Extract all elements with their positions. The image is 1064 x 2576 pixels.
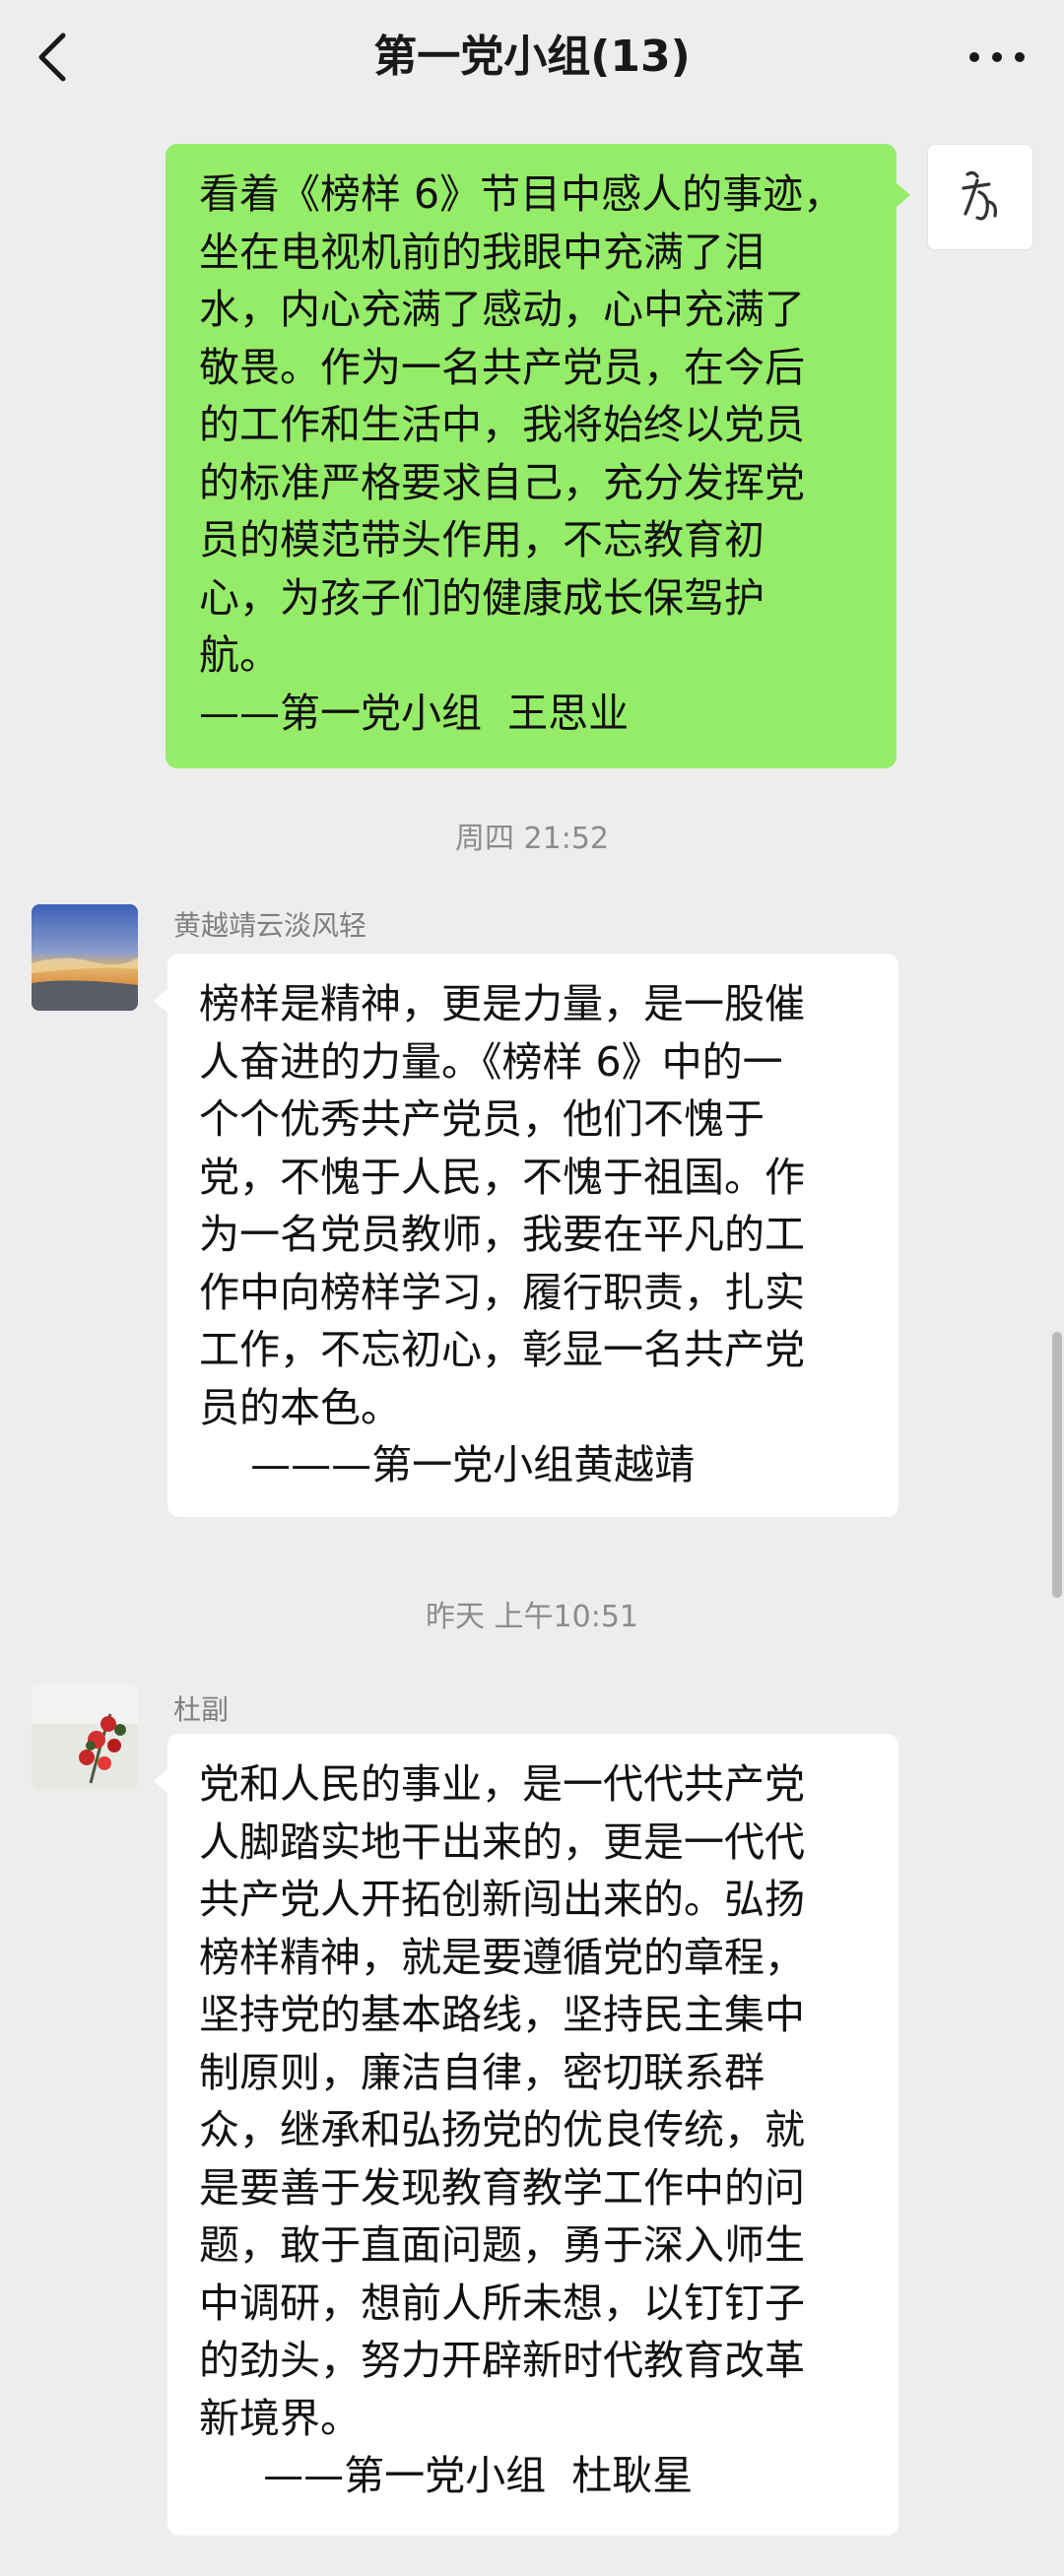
signature-avatar-image	[962, 170, 997, 221]
sender-avatar[interactable]	[32, 904, 138, 1011]
bubble-tail	[154, 989, 167, 1013]
bubble-tail	[897, 183, 910, 207]
sender-avatar[interactable]	[32, 1684, 138, 1791]
scrollbar[interactable]	[1052, 1332, 1062, 1598]
more-dots-icon	[969, 52, 979, 62]
chat-title: 第一党小组(13)	[373, 32, 691, 82]
chat-screen: 第一党小组(13) 看着《榜样 6》节目中感人的事迹， 坐在电视机前的我眼中充满…	[0, 0, 1064, 2576]
incoming-message-bubble[interactable]: 党和人民的事业，是一代代共产党 人脚踏实地干出来的，更是一代代 共产党人开拓创新…	[167, 1734, 898, 2536]
more-options-button[interactable]	[969, 33, 1025, 81]
incoming-message-bubble[interactable]: 榜样是精神，更是力量，是一股催 人奋进的力量。《榜样 6》中的一 个个优秀共产党…	[167, 954, 898, 1517]
self-avatar[interactable]	[927, 144, 1033, 250]
sender-name: 黄越靖云淡风轻	[173, 909, 367, 942]
bubble-tail	[154, 1769, 167, 1793]
sender-name: 杜副	[173, 1693, 230, 1726]
red-flowers-avatar-image	[32, 1684, 138, 1791]
chat-header: 第一党小组(13)	[0, 0, 1064, 116]
sunset-landscape-avatar-image	[32, 904, 138, 1011]
outgoing-message-bubble[interactable]: 看着《榜样 6》节目中感人的事迹， 坐在电视机前的我眼中充满了泪 水，内心充满了…	[166, 144, 897, 768]
timestamp: 周四 21:52	[455, 822, 609, 856]
timestamp: 昨天 上午10:51	[426, 1600, 638, 1634]
